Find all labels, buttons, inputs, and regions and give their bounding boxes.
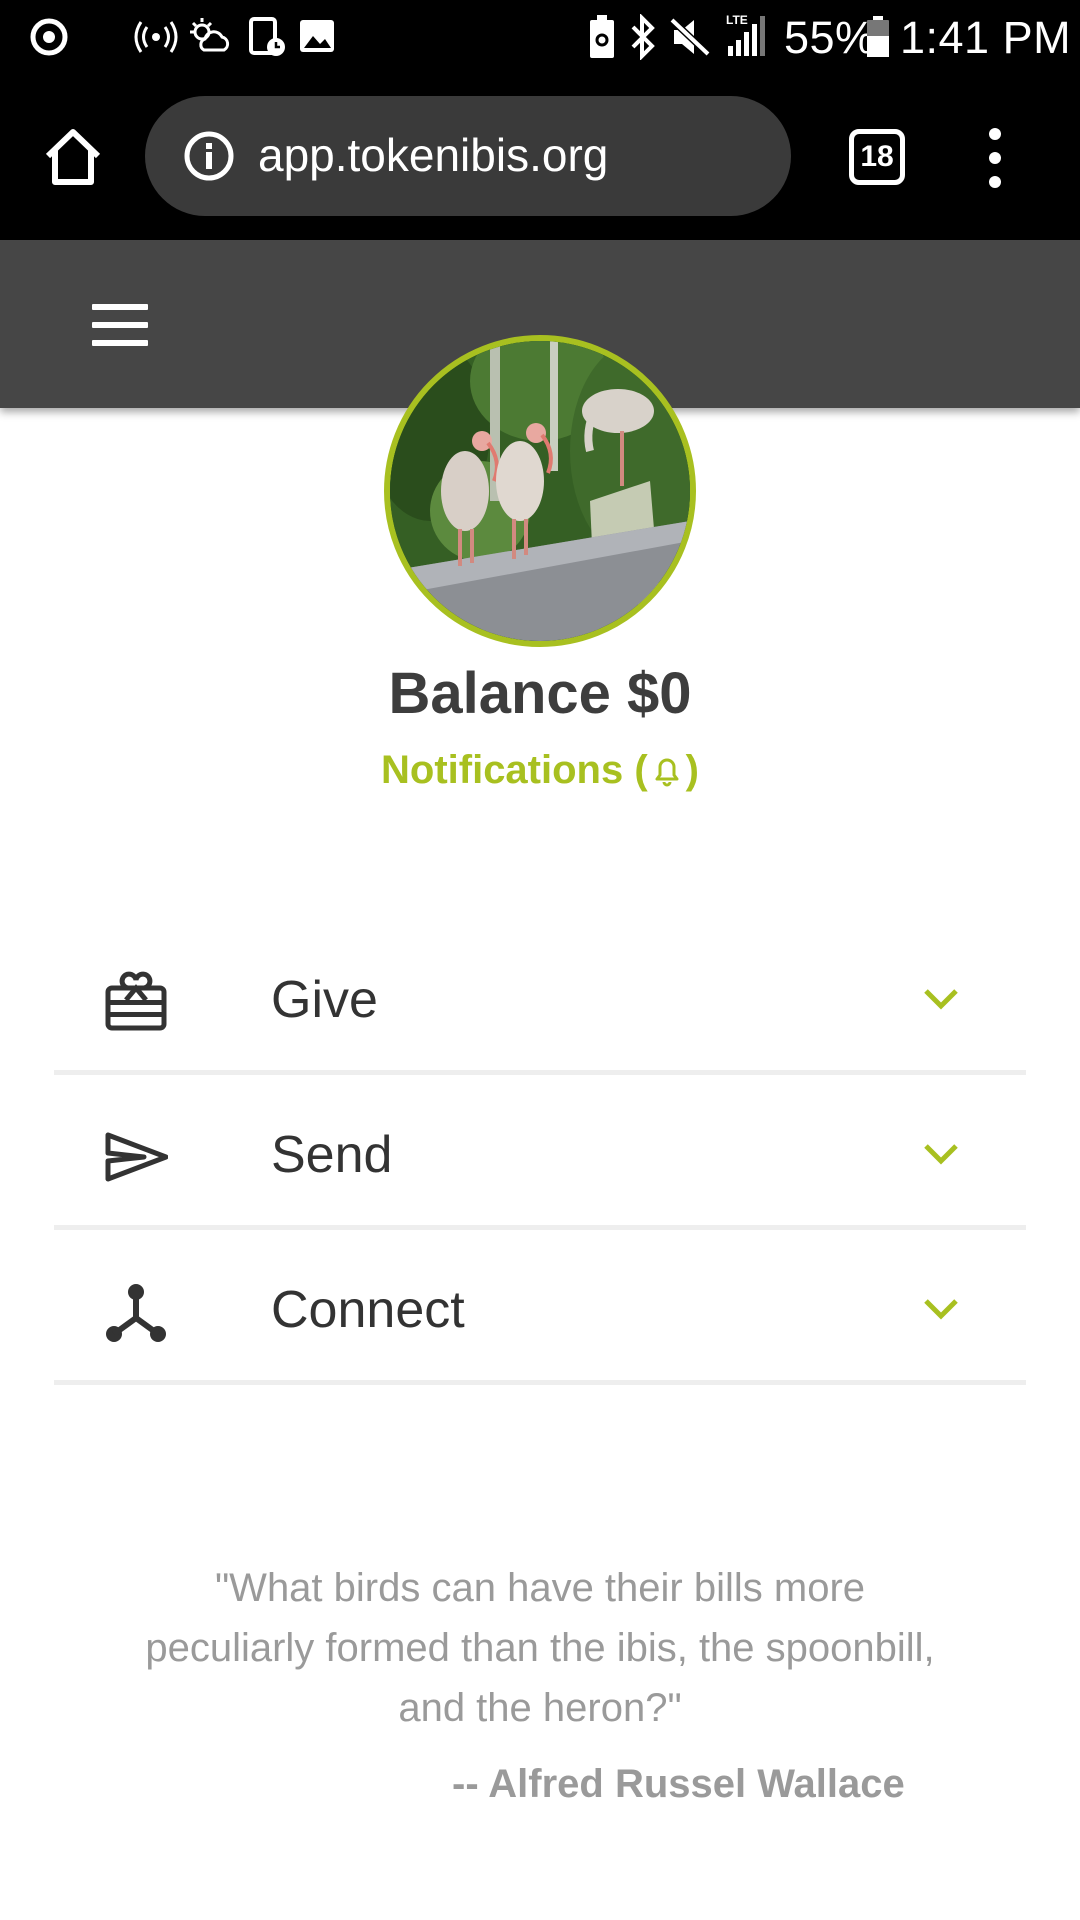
mute-icon xyxy=(670,17,710,57)
weather-icon xyxy=(190,18,230,52)
notifications-close[interactable]: ) xyxy=(686,748,699,792)
gallery-icon xyxy=(300,20,334,52)
action-send[interactable]: Send xyxy=(54,1075,1026,1230)
battery-icon xyxy=(867,16,889,57)
clock: 1:41 PM xyxy=(900,12,1072,63)
quote-author: -- Alfred Russel Wallace xyxy=(452,1762,905,1806)
bell-icon[interactable] xyxy=(652,753,682,787)
send-label[interactable]: Send xyxy=(271,1125,392,1185)
chevron-down-icon[interactable] xyxy=(922,1296,960,1322)
balance: Balance $0 xyxy=(388,661,692,726)
give-label[interactable]: Give xyxy=(271,970,378,1030)
home-icon[interactable] xyxy=(40,124,106,190)
connect-icon xyxy=(106,1284,166,1342)
avatar xyxy=(384,335,696,647)
url-text[interactable]: app.tokenibis.org xyxy=(258,128,608,182)
notifications-link[interactable]: Notifications ( ) xyxy=(0,748,1080,793)
tabs-icon[interactable]: 18 xyxy=(849,129,905,185)
action-connect[interactable]: Connect xyxy=(54,1230,1026,1385)
gift-card-icon xyxy=(105,971,167,1031)
ibis-photo xyxy=(390,341,690,641)
lte-signal-icon: LTE xyxy=(726,13,765,56)
action-give[interactable]: Give xyxy=(54,920,1026,1075)
battery-percent: 55% xyxy=(784,12,876,63)
browser-toolbar: app.tokenibis.org 18 xyxy=(0,74,1080,240)
bluetooth-icon xyxy=(631,14,655,60)
quote-text: "What birds can have their bills more pe… xyxy=(145,1566,935,1730)
battery-saver-icon xyxy=(590,15,614,58)
notifications-label[interactable]: Notifications ( xyxy=(381,748,648,792)
info-icon[interactable] xyxy=(183,130,235,182)
svg-text:LTE: LTE xyxy=(726,13,748,27)
screen-record-icon xyxy=(249,17,285,56)
hamburger-menu-icon[interactable] xyxy=(92,304,148,346)
chevron-down-icon[interactable] xyxy=(922,986,960,1012)
connect-label[interactable]: Connect xyxy=(271,1280,465,1340)
more-vert-icon[interactable] xyxy=(980,126,1010,190)
sync-icon xyxy=(30,18,68,56)
hotspot-icon xyxy=(134,21,178,53)
status-bar: LTE 55% 1:41 PM xyxy=(0,0,1080,74)
send-icon xyxy=(105,1132,168,1182)
address-bar[interactable]: app.tokenibis.org xyxy=(145,96,791,216)
actions-list: Give Send Connect xyxy=(54,920,1026,1385)
chevron-down-icon[interactable] xyxy=(922,1141,960,1167)
